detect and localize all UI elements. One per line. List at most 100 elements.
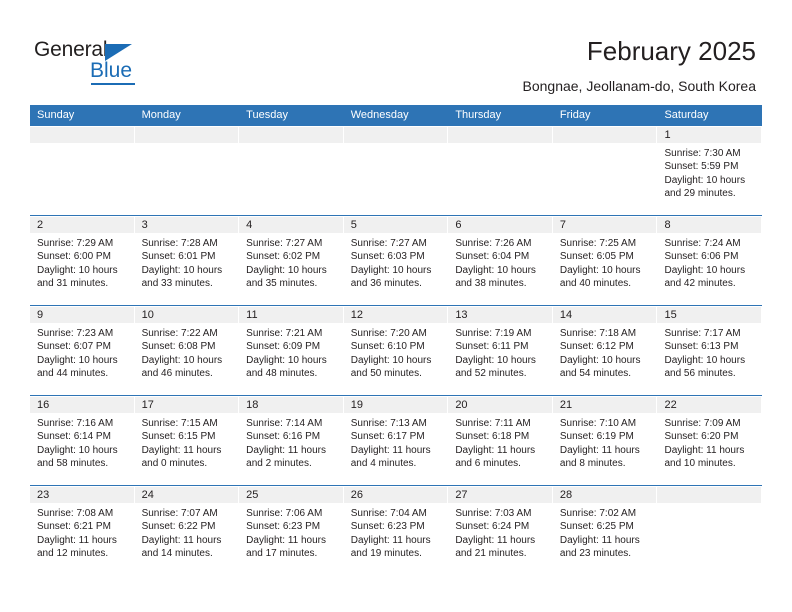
day-number-band: 10 bbox=[134, 306, 239, 323]
sunset-text: Sunset: 6:21 PM bbox=[37, 521, 111, 533]
daylight-text-line2: and 10 minutes. bbox=[664, 457, 736, 469]
calendar-day-cell[interactable]: 5 Sunrise: 7:27 AM Sunset: 6:03 PM Daylight… bbox=[343, 216, 449, 305]
calendar-grid: Sunday Monday Tuesday Wednesday Thursday Frid… bbox=[30, 105, 763, 576]
sunrise-text: Sunrise: 7:11 AM bbox=[455, 418, 531, 429]
calendar-day-cell[interactable]: 1 Sunrise: 7:30 AM Sunset: 5:59 PM Daylight… bbox=[657, 126, 763, 215]
calendar-day-cell[interactable]: 16 Sunrise: 7:16 AM Sunset: 6:14 PM Dayligh… bbox=[30, 396, 135, 485]
day-details: Sunrise: 7:08 AM Sunset: 6:21 PM Daylight:… bbox=[30, 503, 134, 560]
calendar-day-cell[interactable]: 14 Sunrise: 7:18 AM Sunset: 6:12 PM Dayligh… bbox=[552, 306, 658, 395]
calendar-day-cell[interactable]: 28 Sunrise: 7:02 AM Sunset: 6:25 PM Dayligh… bbox=[552, 486, 658, 576]
calendar-day-cell[interactable]: 10 Sunrise: 7:22 AM Sunset: 6:08 PM Dayligh… bbox=[134, 306, 240, 395]
daylight-text-line1: Daylight: 10 hours bbox=[664, 264, 746, 276]
calendar-day-cell[interactable]: 17 Sunrise: 7:15 AM Sunset: 6:15 PM Dayligh… bbox=[134, 396, 240, 485]
sunrise-text: Sunrise: 7:29 AM bbox=[37, 238, 114, 249]
day-number: 17 bbox=[141, 399, 154, 411]
day-details: Sunrise: 7:29 AM Sunset: 6:00 PM Daylight:… bbox=[30, 233, 134, 290]
daylight-text-line1: Daylight: 10 hours bbox=[141, 264, 223, 276]
day-number-band: 15 bbox=[657, 306, 762, 323]
calendar-day-cell[interactable]: 24 Sunrise: 7:07 AM Sunset: 6:22 PM Dayligh… bbox=[134, 486, 240, 576]
day-number: 27 bbox=[455, 489, 468, 501]
day-number-band bbox=[239, 126, 343, 143]
calendar-day-cell[interactable]: 26 Sunrise: 7:04 AM Sunset: 6:23 PM Dayligh… bbox=[343, 486, 449, 576]
sunrise-text: Sunrise: 7:08 AM bbox=[37, 508, 114, 519]
calendar-day-cell[interactable]: 27 Sunrise: 7:03 AM Sunset: 6:24 PM Dayligh… bbox=[448, 486, 553, 576]
sunset-text: Sunset: 6:14 PM bbox=[37, 431, 111, 443]
day-number-band bbox=[552, 126, 657, 143]
sunset-text: Sunset: 6:08 PM bbox=[141, 341, 216, 353]
daylight-text-line2: and 58 minutes. bbox=[37, 457, 109, 469]
sunset-text: Sunset: 6:12 PM bbox=[559, 341, 634, 353]
calendar-day-cell[interactable]: 9 Sunrise: 7:23 AM Sunset: 6:07 PM Daylight… bbox=[30, 306, 135, 395]
sunrise-text: Sunrise: 7:02 AM bbox=[559, 508, 637, 519]
calendar-week-row: 23 Sunrise: 7:08 AM Sunset: 6:21 PM Dayligh… bbox=[30, 486, 763, 576]
sunrise-text: Sunrise: 7:14 AM bbox=[246, 418, 323, 429]
day-number: 14 bbox=[559, 309, 573, 321]
sunrise-text: Sunrise: 7:30 AM bbox=[664, 148, 741, 159]
calendar-day-cell[interactable]: 22 Sunrise: 7:09 AM Sunset: 6:20 PM Dayligh… bbox=[657, 396, 763, 485]
day-details: Sunrise: 7:19 AM Sunset: 6:11 PM Daylight:… bbox=[448, 323, 552, 380]
sunrise-text: Sunrise: 7:18 AM bbox=[559, 328, 637, 339]
daylight-text-line1: Daylight: 10 hours bbox=[559, 354, 641, 366]
daylight-text-line1: Daylight: 11 hours bbox=[559, 534, 640, 546]
calendar-day-cell[interactable]: 23 Sunrise: 7:08 AM Sunset: 6:21 PM Dayligh… bbox=[30, 486, 135, 576]
daylight-text-line2: and 40 minutes. bbox=[559, 277, 632, 289]
daylight-text-line2: and 23 minutes. bbox=[559, 547, 632, 559]
day-details: Sunrise: 7:26 AM Sunset: 6:04 PM Daylight:… bbox=[448, 233, 552, 290]
daylight-text-line2: and 54 minutes. bbox=[559, 367, 632, 379]
day-number-band: 25 bbox=[239, 486, 343, 503]
general-blue-logo[interactable]: General Blue bbox=[34, 38, 184, 86]
daylight-text-line2: and 36 minutes. bbox=[350, 277, 422, 289]
page-header: General Blue February 2025 Bongnae, Jeol… bbox=[0, 0, 792, 104]
day-details: Sunrise: 7:17 AM Sunset: 6:13 PM Daylight:… bbox=[657, 323, 761, 380]
logo-text-general: General bbox=[34, 38, 108, 61]
weekday-header-monday: Monday bbox=[141, 109, 181, 121]
daylight-text-line1: Daylight: 11 hours bbox=[664, 444, 745, 456]
sunrise-text: Sunrise: 7:26 AM bbox=[455, 238, 532, 249]
sunrise-text: Sunrise: 7:09 AM bbox=[664, 418, 741, 429]
calendar-day-cell-empty bbox=[448, 126, 553, 215]
sunset-text: Sunset: 6:25 PM bbox=[559, 521, 634, 533]
daylight-text-line1: Daylight: 10 hours bbox=[37, 444, 118, 456]
sunset-text: Sunset: 6:02 PM bbox=[246, 251, 321, 263]
calendar-day-cell[interactable]: 19 Sunrise: 7:13 AM Sunset: 6:17 PM Dayligh… bbox=[343, 396, 449, 485]
calendar-day-cell[interactable]: 11 Sunrise: 7:21 AM Sunset: 6:09 PM Dayligh… bbox=[239, 306, 344, 395]
sunset-text: Sunset: 6:05 PM bbox=[559, 251, 634, 263]
sunrise-text: Sunrise: 7:13 AM bbox=[350, 418, 427, 429]
calendar-day-cell[interactable]: 7 Sunrise: 7:25 AM Sunset: 6:05 PM Daylight… bbox=[552, 216, 658, 305]
daylight-text-line2: and 17 minutes. bbox=[246, 547, 318, 559]
calendar-day-cell[interactable]: 21 Sunrise: 7:10 AM Sunset: 6:19 PM Dayligh… bbox=[552, 396, 658, 485]
calendar-day-cell[interactable]: 8 Sunrise: 7:24 AM Sunset: 6:06 PM Daylight… bbox=[657, 216, 763, 305]
day-number-band: 1 bbox=[657, 126, 762, 143]
calendar-day-cell[interactable]: 15 Sunrise: 7:17 AM Sunset: 6:13 PM Dayligh… bbox=[657, 306, 763, 395]
calendar-day-cell[interactable]: 25 Sunrise: 7:06 AM Sunset: 6:23 PM Dayligh… bbox=[239, 486, 344, 576]
day-details: Sunrise: 7:18 AM Sunset: 6:12 PM Daylight:… bbox=[553, 323, 657, 380]
day-number-band: 3 bbox=[134, 216, 239, 233]
calendar-day-cell-empty bbox=[239, 126, 344, 215]
calendar-day-cell[interactable]: 2 Sunrise: 7:29 AM Sunset: 6:00 PM Daylight… bbox=[30, 216, 135, 305]
day-number-band: 27 bbox=[448, 486, 552, 503]
calendar-day-cell[interactable]: 18 Sunrise: 7:14 AM Sunset: 6:16 PM Dayligh… bbox=[239, 396, 344, 485]
day-number-band: 26 bbox=[343, 486, 448, 503]
calendar-day-cell[interactable]: 6 Sunrise: 7:26 AM Sunset: 6:04 PM Daylight… bbox=[448, 216, 553, 305]
calendar-day-cell[interactable]: 12 Sunrise: 7:20 AM Sunset: 6:10 PM Dayligh… bbox=[343, 306, 449, 395]
day-details: Sunrise: 7:16 AM Sunset: 6:14 PM Daylight:… bbox=[30, 413, 134, 470]
calendar-day-cell-empty bbox=[30, 126, 135, 215]
daylight-text-line2: and 48 minutes. bbox=[246, 367, 318, 379]
day-number-band: 21 bbox=[552, 396, 657, 413]
calendar-day-cell[interactable]: 13 Sunrise: 7:19 AM Sunset: 6:11 PM Dayligh… bbox=[448, 306, 553, 395]
daylight-text-line1: Daylight: 11 hours bbox=[37, 534, 117, 546]
day-details: Sunrise: 7:06 AM Sunset: 6:23 PM Daylight:… bbox=[239, 503, 343, 560]
calendar-day-cell-empty bbox=[657, 486, 763, 576]
day-number: 24 bbox=[141, 489, 154, 501]
logo-underline bbox=[91, 83, 135, 85]
calendar-day-cell[interactable]: 4 Sunrise: 7:27 AM Sunset: 6:02 PM Daylight… bbox=[239, 216, 344, 305]
daylight-text-line2: and 38 minutes. bbox=[455, 277, 527, 289]
weekday-header-saturday: Saturday bbox=[664, 109, 709, 121]
calendar-day-cell[interactable]: 3 Sunrise: 7:28 AM Sunset: 6:01 PM Daylight… bbox=[134, 216, 240, 305]
calendar-day-cell[interactable]: 20 Sunrise: 7:11 AM Sunset: 6:18 PM Dayligh… bbox=[448, 396, 553, 485]
weekday-header-friday: Friday bbox=[559, 109, 591, 121]
sunset-text: Sunset: 6:15 PM bbox=[141, 431, 216, 443]
daylight-text-line1: Daylight: 10 hours bbox=[559, 264, 641, 276]
day-details: Sunrise: 7:21 AM Sunset: 6:09 PM Daylight:… bbox=[239, 323, 343, 380]
calendar-day-cell-empty bbox=[134, 126, 240, 215]
